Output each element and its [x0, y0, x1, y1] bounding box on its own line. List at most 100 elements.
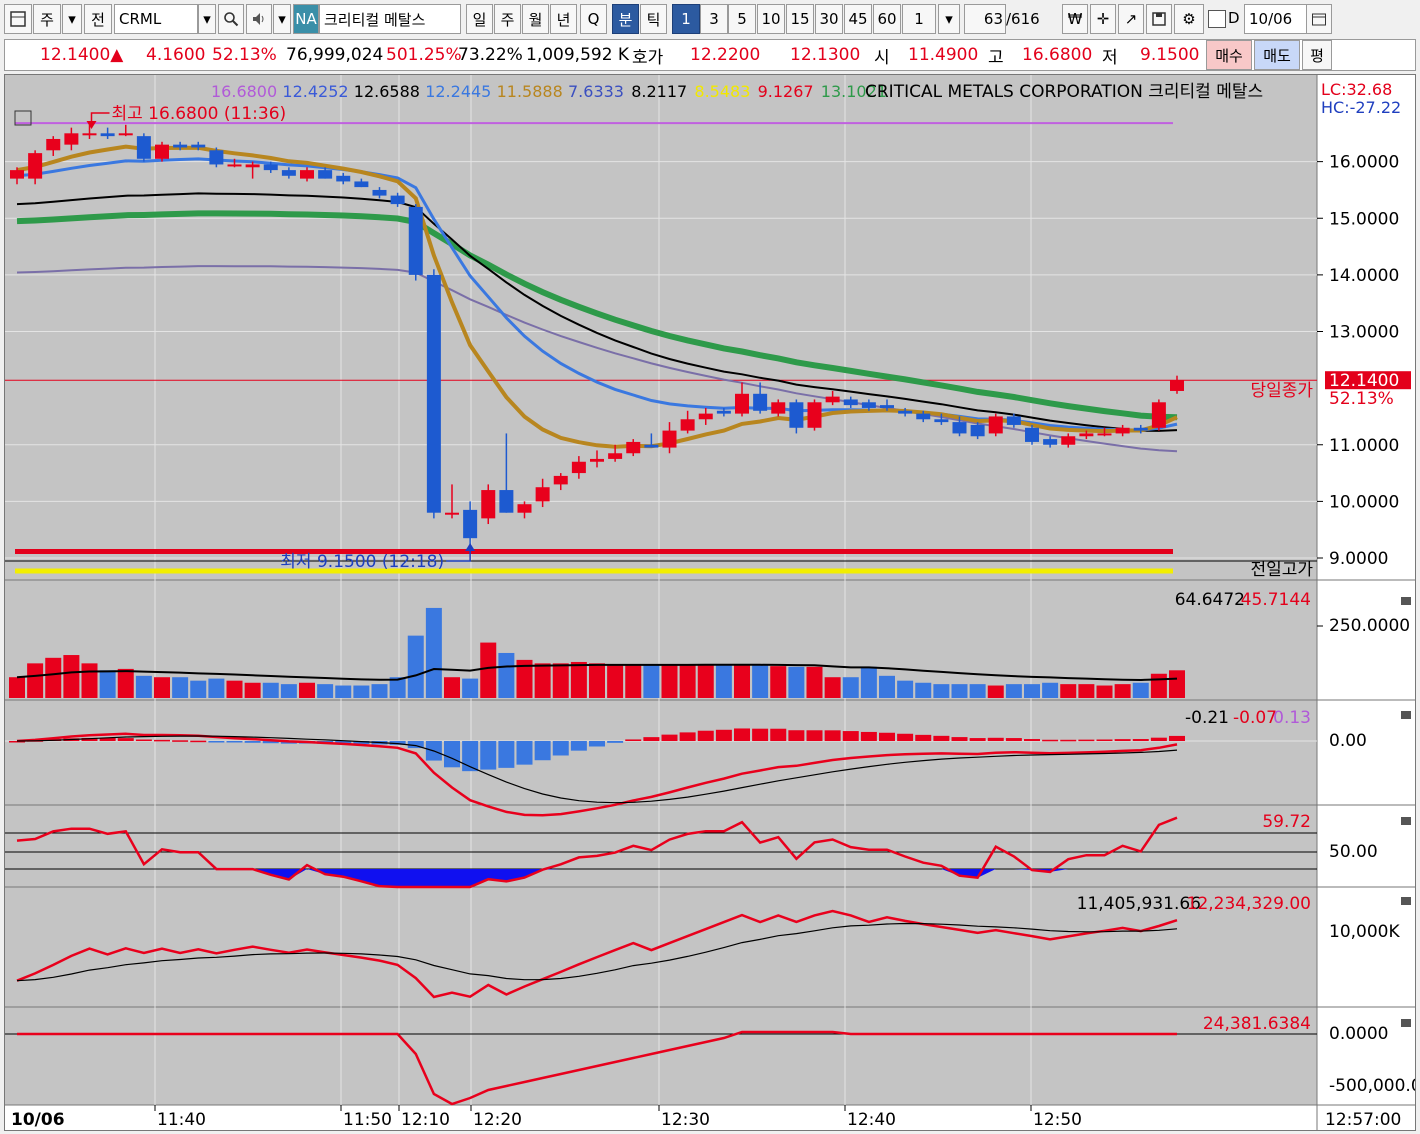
all-button[interactable]: 전 [84, 4, 112, 34]
count-input[interactable]: 63 [964, 4, 1006, 34]
macd-hist-bar [589, 741, 605, 747]
chart-svg[interactable]: 16.0000 15.0000 14.0000 13.0000 11.0000 10.00… [5, 75, 1415, 1130]
macd-hist-bar [1169, 735, 1185, 741]
rsi-axis-label: 50.00 [1329, 842, 1378, 862]
price-tick-label: 16.0000 [1329, 153, 1399, 173]
macd-hist-bar [788, 730, 805, 741]
chart-container[interactable]: 16.0000 15.0000 14.0000 13.0000 11.0000 10.00… [4, 74, 1416, 1131]
sound-icon[interactable] [246, 4, 272, 34]
date-input[interactable]: 10/06 [1244, 4, 1308, 34]
volume-bar [498, 652, 515, 698]
period-button[interactable]: 월 [522, 4, 549, 34]
multiplier-field[interactable]: 1 [902, 4, 936, 34]
interval-button[interactable]: 30 [815, 4, 843, 34]
volume-bar [335, 685, 352, 698]
macd-hist-bar [516, 741, 533, 765]
candle-body [1061, 436, 1076, 445]
legend-value: 16.6800 [211, 82, 277, 101]
candle-body [100, 133, 115, 137]
candle-body [118, 133, 133, 136]
symbol-dropdown-icon[interactable]: ▾ [198, 4, 216, 34]
panel-close-icon [1401, 711, 1411, 719]
time-axis-label: 12:57:00 [1325, 1110, 1401, 1130]
candle-body [445, 512, 459, 515]
volume-bar [425, 607, 442, 698]
time-axis-label: 12:40 [847, 1110, 896, 1130]
interval-button[interactable]: 60 [873, 4, 901, 34]
time-axis-label: 12:20 [473, 1110, 522, 1130]
candle-body [318, 170, 333, 179]
d-checkbox[interactable] [1208, 10, 1226, 28]
quote-open: 11.4900 [908, 45, 979, 65]
quote-high: 16.6800 [1022, 45, 1093, 65]
interval-button[interactable]: 10 [757, 4, 785, 34]
quote-volume-pct: 501.25% [386, 45, 462, 65]
time-axis-label: 12:50 [1033, 1110, 1082, 1130]
candle-body [807, 402, 822, 428]
panel-close-icon [1401, 1019, 1411, 1027]
candle-body [843, 399, 858, 406]
volume-bar [915, 682, 932, 698]
time-axis-label: 11:40 [157, 1110, 206, 1130]
candle-body [191, 144, 206, 148]
macd-hist-bar [770, 728, 787, 741]
volume-bar [1169, 670, 1185, 698]
candle-body [608, 453, 623, 459]
search-icon[interactable] [218, 4, 244, 34]
candle-body [426, 274, 441, 513]
volume-bar [1132, 682, 1149, 698]
sound-dropdown-icon[interactable]: ▾ [273, 4, 291, 34]
market-dropdown-icon[interactable]: ▾ [62, 4, 82, 34]
price-tick-label: 13.0000 [1329, 323, 1399, 343]
volume-bar [172, 677, 189, 698]
volume-bar [697, 664, 714, 698]
period-button[interactable]: 틱 [640, 4, 667, 34]
macd-hist-bar [607, 741, 624, 743]
candle-body [916, 413, 931, 420]
trendline-icon[interactable]: ↗ [1118, 4, 1144, 34]
na-badge[interactable]: NA [293, 4, 319, 34]
volume-bar [280, 684, 297, 698]
macd-hist-bar [208, 741, 225, 743]
macd-hist-bar [117, 738, 134, 741]
quote-high-label: 고 [988, 47, 1004, 68]
eval-button[interactable]: 평 [1302, 40, 1332, 70]
interval-button[interactable]: 1 [672, 4, 700, 34]
volume-bar [897, 680, 914, 698]
legend-value: 11.5888 [497, 82, 563, 101]
interval-button[interactable]: 5 [728, 4, 756, 34]
interval-button[interactable]: 45 [844, 4, 872, 34]
legend-value: 8.5483 [694, 82, 750, 101]
period-button[interactable]: Q [580, 4, 607, 34]
volume-bar [27, 663, 44, 698]
interval-button[interactable]: 3 [700, 4, 728, 34]
period-button[interactable]: 일 [466, 4, 493, 34]
quote-amount: 1,009,592 K [526, 45, 630, 65]
volume-bar [625, 664, 642, 698]
candle-body [245, 164, 260, 168]
market-select[interactable]: 주 [33, 4, 61, 34]
sell-button[interactable]: 매도 [1254, 40, 1300, 70]
chart-window-icon[interactable] [4, 4, 32, 34]
prev-high-label: 전일고가 [1250, 560, 1313, 580]
volume-bar [752, 664, 769, 698]
volume-bar [1024, 684, 1040, 698]
period-button[interactable]: 년 [550, 4, 577, 34]
vo-axis-label-2: -500,000.0 [1329, 1076, 1415, 1096]
interval-button[interactable]: 15 [786, 4, 814, 34]
macd-hist-bar [1024, 739, 1040, 741]
period-button[interactable]: 분 [612, 4, 639, 34]
panel-close-icon [1401, 897, 1411, 905]
candle-body [263, 164, 278, 171]
crosshair-icon[interactable]: ✛ [1090, 4, 1116, 34]
candle-body [898, 410, 913, 414]
multiplier-dropdown-icon[interactable]: ▾ [938, 4, 960, 34]
symbol-input[interactable]: CRML [114, 4, 198, 34]
settings-gear-icon[interactable]: ⚙ [1174, 4, 1204, 34]
buy-button[interactable]: 매수 [1206, 40, 1252, 70]
currency-icon[interactable]: ₩ [1062, 4, 1088, 34]
save-icon[interactable] [1146, 4, 1172, 34]
calendar-icon[interactable] [1306, 4, 1332, 34]
candle-body [571, 461, 586, 474]
period-button[interactable]: 주 [494, 4, 521, 34]
